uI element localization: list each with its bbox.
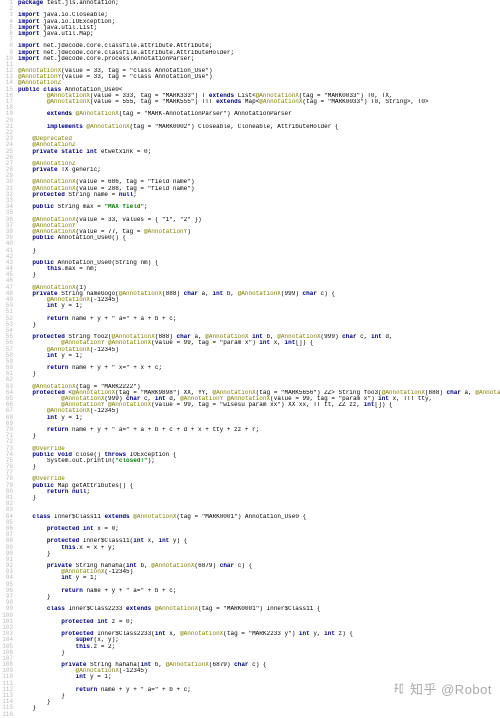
watermark: 知乎 @Robot xyxy=(392,682,492,696)
line-number-gutter: 1234567891011121314151617181920212223242… xyxy=(0,0,16,718)
code-content: package test.jls.annotation;import java.… xyxy=(16,0,500,718)
code-editor: 1234567891011121314151617181920212223242… xyxy=(0,0,500,718)
zhihu-icon xyxy=(392,682,406,696)
watermark-text: 知乎 @Robot xyxy=(410,683,492,696)
